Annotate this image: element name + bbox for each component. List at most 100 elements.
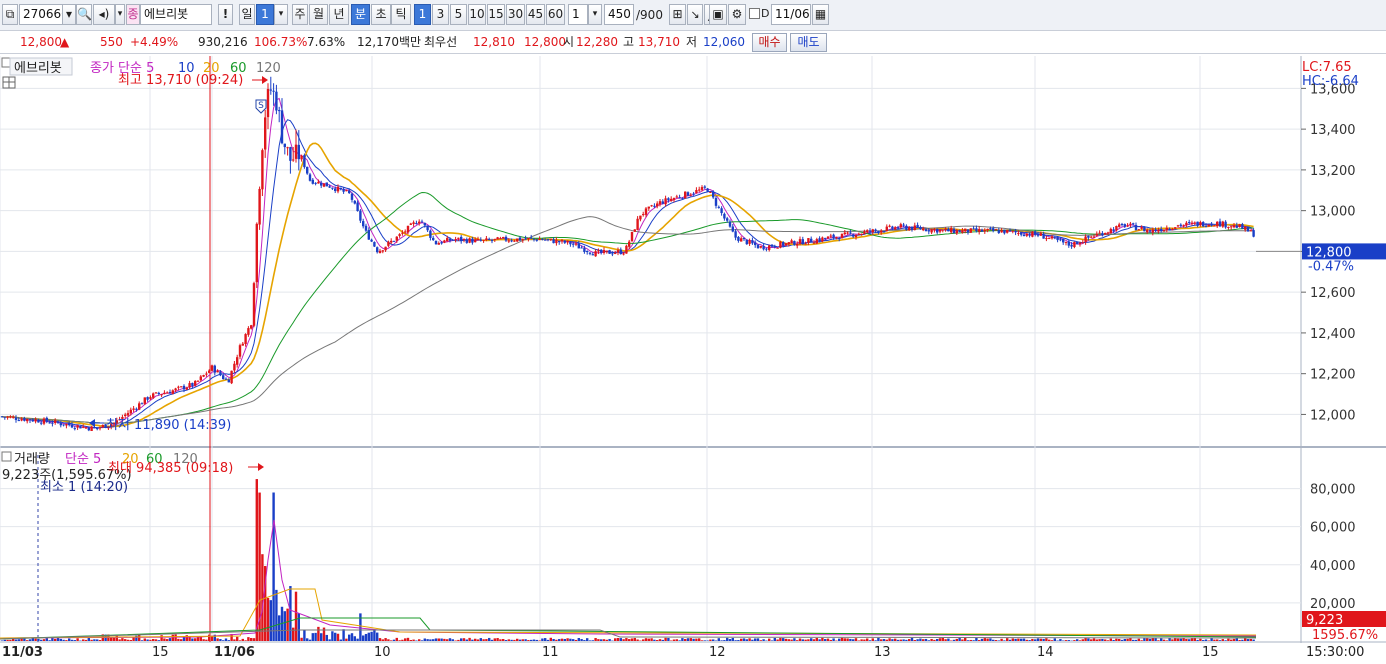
candle-body: [527, 237, 530, 239]
candle-body: [969, 228, 972, 233]
candle-body: [1092, 236, 1096, 238]
candle-body: [157, 392, 160, 395]
candle-body: [1120, 223, 1124, 225]
candle-body: [980, 229, 984, 232]
volume-bar: [812, 639, 816, 641]
high-marker-label: 최고 13,710 (09:24): [118, 73, 243, 88]
volume-bar: [838, 638, 841, 641]
candle-body: [975, 228, 978, 232]
volume-axis-label: 20,000: [1310, 597, 1356, 612]
candle-body: [1028, 234, 1031, 236]
candle-body: [566, 240, 569, 243]
candle-body: [1017, 233, 1020, 235]
volume-bar: [1174, 638, 1177, 641]
volume-collapse-icon[interactable]: [1, 451, 12, 462]
volume-bar: [927, 640, 930, 641]
candle-body: [1146, 230, 1149, 233]
candle-body: [535, 239, 538, 241]
volume-bar: [1238, 640, 1241, 641]
candle-body: [874, 229, 877, 231]
volume-bar: [37, 638, 40, 641]
candle-body: [227, 379, 230, 383]
candle-body: [269, 89, 272, 91]
volume-bar: [390, 640, 393, 641]
volume-bar: [418, 639, 421, 641]
candle-body: [199, 376, 202, 381]
volume-bar: [1059, 639, 1062, 641]
volume-bar: [1076, 639, 1079, 641]
candle-body: [1168, 228, 1171, 230]
volume-bar: [1104, 639, 1107, 641]
candle-body: [983, 229, 986, 232]
chart-area[interactable]: 13,60013,40013,20013,00012,80012,60012,4…: [0, 0, 1386, 664]
volume-bar: [292, 627, 295, 641]
volume-bar: [877, 637, 880, 641]
candle-body: [832, 234, 835, 238]
volume-bar: [56, 637, 60, 641]
volume-bar: [989, 638, 992, 641]
candle-body: [779, 241, 782, 248]
candle-body: [759, 246, 762, 248]
candle-body: [1042, 234, 1045, 239]
candle-body: [1188, 222, 1191, 224]
candle-body: [608, 250, 611, 254]
volume-bar: [994, 640, 998, 641]
candle-body: [1064, 241, 1068, 243]
candle-body: [233, 363, 236, 371]
volume-bar: [59, 638, 62, 641]
volume-axis-label: 60,000: [1310, 521, 1356, 536]
volume-bar: [482, 639, 485, 641]
candle-body: [661, 201, 664, 204]
volume-title: 거래량: [14, 452, 50, 467]
volume-bar: [115, 635, 118, 641]
volume-bar: [73, 640, 76, 641]
volume-bar: [1168, 638, 1171, 641]
volume-bar: [311, 633, 314, 641]
candle-body: [1232, 225, 1236, 228]
candle-body: [202, 374, 205, 377]
candle-body: [280, 110, 284, 144]
candle-body: [297, 144, 300, 160]
candle-body: [395, 236, 398, 241]
volume-bar: [395, 637, 398, 641]
candle-body: [891, 226, 894, 229]
candle-body: [815, 239, 818, 244]
volume-bar: [196, 637, 200, 641]
volume-bar: [356, 638, 359, 641]
candle-body: [524, 238, 527, 240]
volume-bar: [558, 639, 561, 641]
candle-body: [1067, 241, 1070, 246]
volume-bar: [580, 639, 583, 641]
volume-bar: [34, 638, 37, 641]
candle-body: [160, 394, 163, 396]
volume-bar: [118, 639, 121, 641]
candle-body: [871, 229, 874, 233]
volume-bar: [1098, 639, 1101, 641]
volume-bar: [1165, 640, 1168, 641]
volume-bar: [546, 639, 550, 641]
volume-bar: [1017, 638, 1020, 641]
volume-bar: [636, 639, 639, 641]
candle-body: [804, 243, 807, 245]
volume-bar: [614, 638, 617, 641]
volume-bar: [628, 639, 631, 641]
volume-bar: [194, 638, 197, 641]
candle-body: [675, 196, 678, 198]
candle-body: [14, 417, 18, 420]
candle-body: [818, 238, 821, 242]
candle-body: [364, 225, 368, 231]
volume-bar: [980, 638, 984, 641]
candle-body: [381, 250, 384, 252]
candle-body: [616, 250, 620, 253]
volume-bar: [882, 639, 886, 641]
candle-body: [493, 238, 496, 240]
volume-bar: [1067, 640, 1070, 641]
candle-body: [1199, 222, 1202, 226]
volume-bar: [219, 639, 222, 641]
volume-bar: [597, 639, 600, 641]
volume-bar: [149, 639, 152, 641]
candle-body: [678, 197, 681, 199]
candle-body: [698, 189, 701, 191]
candle-body: [406, 225, 410, 233]
candle-body: [712, 191, 715, 198]
